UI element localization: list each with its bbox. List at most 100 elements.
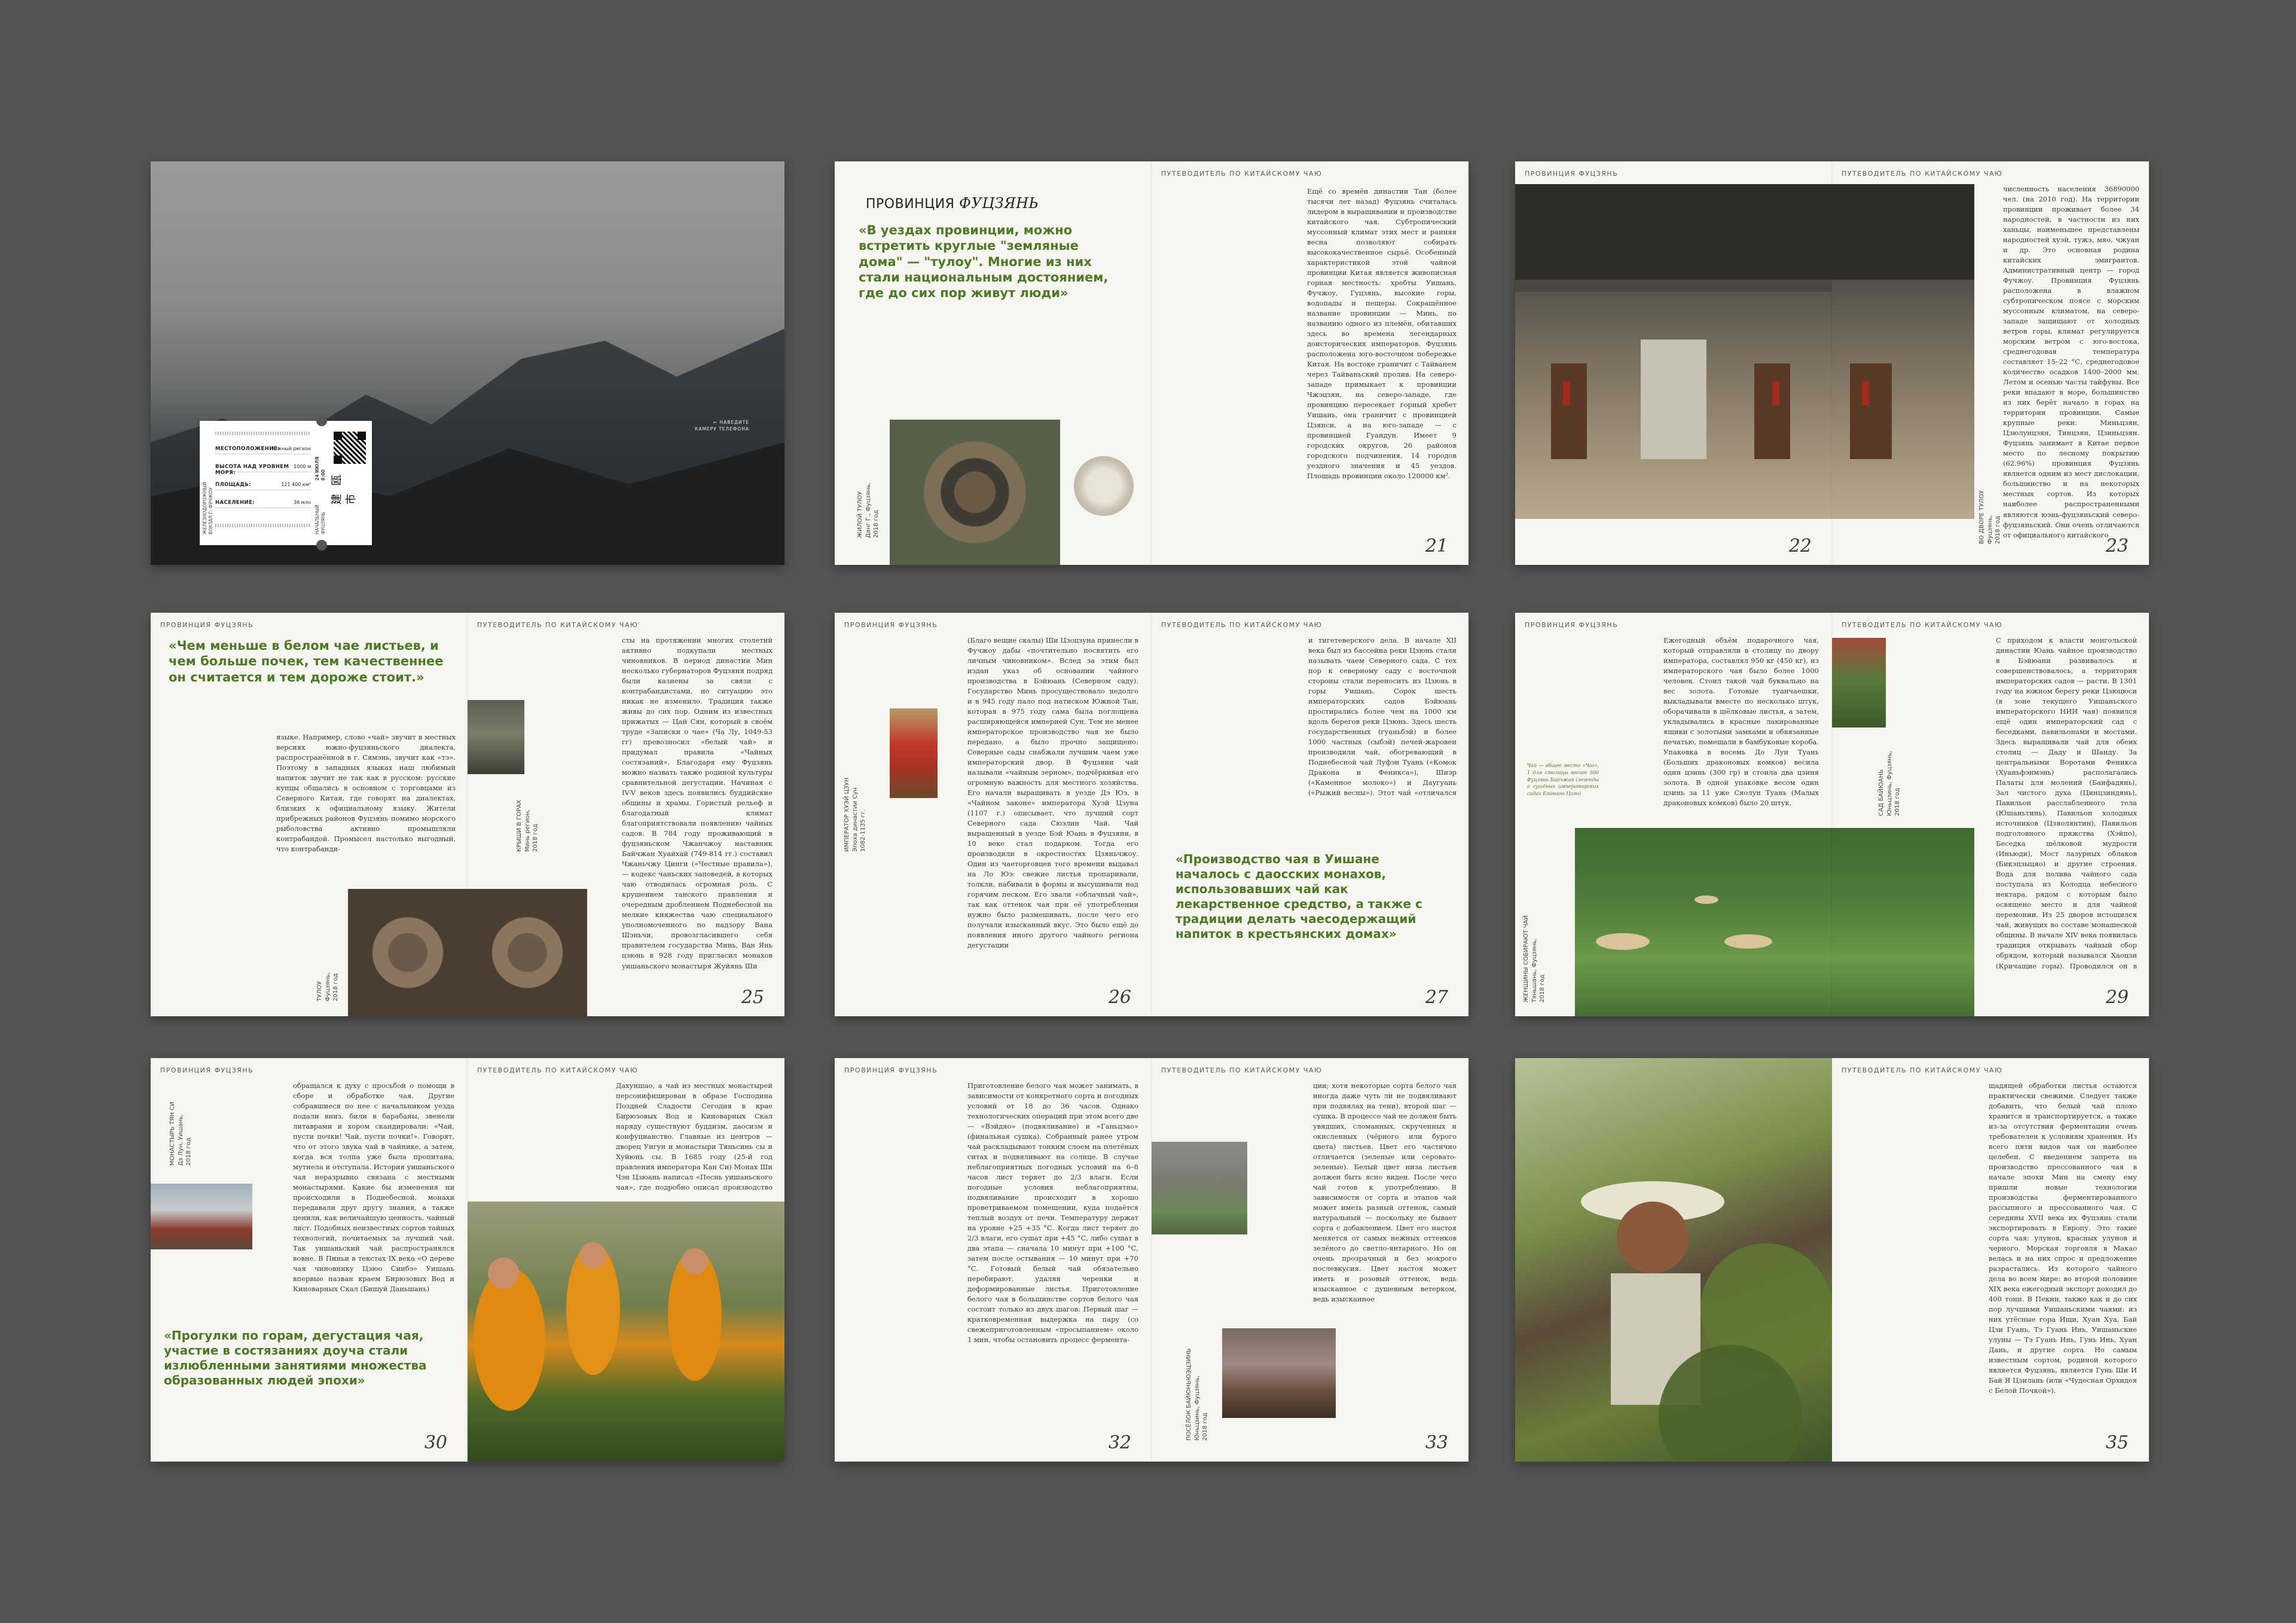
photo-caption: ПОСЁЛОК БАЙЮНЬЮЭЦЗИНЬ Юньцзинь, Фуцзянь,… [1186, 1348, 1208, 1441]
scan-hint: ← НАВЕДИТЕ КАМЕРУ ТЕЛЕФОНА [695, 420, 749, 432]
photo-caption: МОНАСТЫРЬ ТЯН СИ Дэ Лун, Уишань, 2018 го… [169, 1101, 192, 1166]
page-number: 32 [1108, 1432, 1131, 1453]
running-header: ПРОВИНЦИЯ ФУЦЗЯНЬ [1525, 170, 1619, 178]
spread-32-33: ПРОВИНЦИЯ ФУЦЗЯНЬ Приготовление белого ч… [835, 1058, 1468, 1462]
ticket-row: НАСЕЛЕНИЕ: 36 млн [215, 500, 311, 508]
running-header: ПУТЕВОДИТЕЛЬ ПО КИТАЙСКОМУ ЧАЮ [1161, 170, 1323, 178]
body-text: ции; хотя некоторые сорта белого чая ино… [1313, 1081, 1457, 1302]
page-26: ПРОВИНЦИЯ ФУЦЗЯНЬ ИМПЕРАТОР ХУЭЙ ЦЗУН Эп… [835, 613, 1152, 1016]
spread-24-25: ПРОВИНЦИЯ ФУЦЗЯНЬ «Чем меньше в белом ча… [151, 613, 784, 1016]
spread-cover: МЕСТОПОЛОЖЕНИЕ: Южный регион ВЫСОТА НАД У… [151, 161, 784, 565]
page-28: ПРОВИНЦИЯ ФУЦЗЯНЬ Чай — общее место «Чаг… [1515, 613, 1832, 1016]
page-25: ПУТЕВОДИТЕЛЬ ПО КИТАЙСКОМУ ЧАЮ КРЫШИ В Г… [468, 613, 784, 1016]
ticket-row: МЕСТОПОЛОЖЕНИЕ: Южный регион [215, 446, 311, 454]
white-tea-photo [1074, 456, 1134, 516]
photo-caption: ВО ДВОРЕ ТУЛОУ Фуцзянь, 2018 год [1979, 490, 2001, 544]
body-text: языке. Например, слово «чай» звучит в ме… [276, 733, 456, 854]
photo-caption: ЖИЛОЙ ТУЛОУ Данг Г., Фуцзянь, 2018 год [857, 482, 880, 538]
running-header: ПУТЕВОДИТЕЛЬ ПО КИТАЙСКОМУ ЧАЮ [477, 621, 639, 629]
photo-caption: ЖЕНЩИНЫ СОБИРАЮТ ЧАЙ Тяньшань, Фуцзянь, … [1523, 915, 1546, 1002]
pull-quote: «В уездах провинции, можно встретить кру… [859, 223, 1109, 300]
spread-22-23: ПРОВИНЦИЯ ФУЦЗЯНЬ 22 ПУТЕВОДИТЕЛЬ ПО КИТ… [1515, 161, 2149, 565]
body-text: Ещё со времён династии Тан (более тысячи… [1307, 187, 1457, 481]
ticket-row: ВЫСОТА НАД УРОВНЕМ МОРЯ: 1000 м [215, 464, 311, 476]
page-number: 29 [2105, 987, 2129, 1008]
qr-code[interactable] [334, 432, 366, 464]
garden-photo [1832, 638, 1886, 728]
running-header: ПУТЕВОДИТЕЛЬ ПО КИТАЙСКОМУ ЧАЮ [1161, 1066, 1323, 1074]
tea-pickers-photo [1575, 828, 1832, 1016]
pull-quote: «Прогулки по горам, дегустация чая, учас… [164, 1328, 427, 1387]
spread-26-27: ПРОВИНЦИЯ ФУЦЗЯНЬ ИМПЕРАТОР ХУЭЙ ЦЗУН Эп… [835, 613, 1468, 1016]
photo-caption: ТУЛОУ Фуцзянь, 2018 год [316, 972, 339, 1001]
page-number: 33 [1425, 1432, 1448, 1453]
body-text: (Благо вещие скалы) Ши Цзоцзуна принесли… [967, 636, 1138, 950]
page-32: ПРОВИНЦИЯ ФУЦЗЯНЬ Приготовление белого ч… [835, 1058, 1152, 1462]
courtyard-photo-continued [1832, 184, 1974, 519]
page-33: ПУТЕВОДИТЕЛЬ ПО КИТАЙСКОМУ ЧАЮ ПОСЁЛОК Б… [1152, 1058, 1468, 1462]
page-number: 27 [1425, 987, 1448, 1008]
tulou-interior-photo-continued [468, 889, 587, 1016]
ticket-depart: НАЧАЛЬНЫЙ ФУЦЗЯНЬ [315, 505, 326, 534]
running-header: ПУТЕВОДИТЕЛЬ ПО КИТАЙСКОМУ ЧАЮ [477, 1066, 639, 1074]
page-24: ПРОВИНЦИЯ ФУЦЗЯНЬ «Чем меньше в белом ча… [151, 613, 468, 1016]
body-text: щадящей обработки листья остаются практи… [1989, 1081, 2137, 1395]
info-ticket: МЕСТОПОЛОЖЕНИЕ: Южный регион ВЫСОТА НАД У… [200, 415, 372, 551]
village-street-photo [1152, 1142, 1247, 1234]
body-text: сты на протяжении многих столетий активн… [622, 636, 773, 970]
emperor-portrait [890, 708, 938, 798]
ticket-side-label: ЖЕЛЕЗНОДОРОЖНЫЙ ВОКЗАЛ Г. ФУЧЖОУ [202, 482, 214, 534]
body-text: и тигетеверского дела. В начале XII века… [1308, 636, 1457, 797]
page-29: ПУТЕВОДИТЕЛЬ ПО КИТАЙСКОМУ ЧАЮ САД БАЙЮА… [1832, 613, 2149, 1016]
running-header: ПРОВИНЦИЯ ФУЦЗЯНЬ [844, 621, 938, 629]
monks-photo [468, 1202, 784, 1462]
spread-28-29: ПРОВИНЦИЯ ФУЦЗЯНЬ Чай — общее место «Чаг… [1515, 613, 2149, 1016]
tulou-interior-photo [348, 889, 468, 1016]
photo-caption: КРЫШИ В ГОРАХ Минь регион, 2018 год [516, 799, 539, 852]
body-text: численность населения 36890000 чел. (на … [2003, 185, 2139, 539]
pull-quote: «Чем меньше в белом чае листьев, и чем б… [169, 638, 444, 684]
tulou-aerial-photo [890, 420, 1060, 565]
running-header: ПРОВИНЦИЯ ФУЦЗЯНЬ [1525, 621, 1619, 629]
ticket-hanzi: 建 瓯 市 [331, 472, 358, 505]
running-header: ПУТЕВОДИТЕЛЬ ПО КИТАЙСКОМУ ЧАЮ [1842, 621, 2003, 629]
pull-quote: «Производство чая в Уишане началось с да… [1176, 852, 1422, 941]
running-header: ПУТЕВОДИТЕЛЬ ПО КИТАЙСКОМУ ЧАЮ [1161, 621, 1323, 629]
body-text: Приготовление белого чая может занимать,… [967, 1081, 1138, 1344]
page-22: ПРОВИНЦИЯ ФУЦЗЯНЬ 22 [1515, 161, 1832, 565]
page-number: 35 [2105, 1432, 2129, 1453]
ticket-row: ПЛОЩАДЬ: 121 400 км² [215, 482, 311, 490]
running-header: ПУТЕВОДИТЕЛЬ ПО КИТАЙСКОМУ ЧАЮ [1842, 170, 2003, 178]
page-number: 22 [1788, 536, 1812, 557]
page-27: ПУТЕВОДИТЕЛЬ ПО КИТАЙСКОМУ ЧАЮ и тигетев… [1152, 613, 1468, 1016]
running-header: ПРОВИНЦИЯ ФУЦЗЯНЬ [160, 1066, 254, 1074]
page-number: 25 [741, 987, 764, 1008]
page-35: ПУТЕВОДИТЕЛЬ ПО КИТАЙСКОМУ ЧАЮ щадящей о… [1832, 1058, 2149, 1462]
page-number: 30 [424, 1432, 447, 1453]
running-header: ПУТЕВОДИТЕЛЬ ПО КИТАЙСКОМУ ЧАЮ [1842, 1066, 2003, 1074]
page-30: ПРОВИНЦИЯ ФУЦЗЯНЬ МОНАСТЫРЬ ТЯН СИ Дэ Лу… [151, 1058, 468, 1462]
monastery-photo [151, 1184, 252, 1249]
tea-sorting-photo [1222, 1328, 1336, 1418]
farmer-photo [1515, 1058, 1832, 1462]
roof-photo [468, 700, 524, 774]
spread-21: ПРОВИНЦИЯ ФУЦЗЯНЬ «В уездах провинции, м… [835, 161, 1468, 565]
page-number: 26 [1108, 987, 1131, 1008]
page-20: ПРОВИНЦИЯ ФУЦЗЯНЬ «В уездах провинции, м… [835, 161, 1152, 565]
tea-pickers-photo-continued [1832, 828, 1974, 1016]
ticket-date: 24 ИЮЛЯ 8:00 [315, 456, 326, 481]
running-header: ПРОВИНЦИЯ ФУЦЗЯНЬ [844, 1066, 938, 1074]
page-number: 21 [1425, 536, 1448, 557]
spread-30-31: ПРОВИНЦИЯ ФУЦЗЯНЬ МОНАСТЫРЬ ТЯН СИ Дэ Лу… [151, 1058, 784, 1462]
page-21: ПУТЕВОДИТЕЛЬ ПО КИТАЙСКОМУ ЧАЮ Ещё со вр… [1152, 161, 1468, 565]
running-header: ПРОВИНЦИЯ ФУЦЗЯНЬ [160, 621, 254, 629]
side-note: Чай — общее место «Чаг», 1 для столицы в… [1527, 763, 1599, 797]
page-number: 23 [2105, 536, 2129, 557]
courtyard-photo [1515, 184, 1832, 519]
section-title: ПРОВИНЦИЯ ФУЦЗЯНЬ [866, 195, 1039, 212]
photo-caption: САД БАЙЮАНЬ Юньцзинь, Фуцзянь, 2018 год [1878, 751, 1901, 816]
photo-caption: ИМПЕРАТОР ХУЭЙ ЦЗУН Эпоха династии Сун 1… [844, 777, 866, 852]
body-text: Дахуншао, а чай из местных монастырей пе… [616, 1081, 773, 1194]
body-text: Ежегодный объём подарочного чая, который… [1663, 636, 1819, 808]
spread-34-35: ПУТЕВОДИТЕЛЬ ПО КИТАЙСКОМУ ЧАЮ щадящей о… [1515, 1058, 2149, 1462]
